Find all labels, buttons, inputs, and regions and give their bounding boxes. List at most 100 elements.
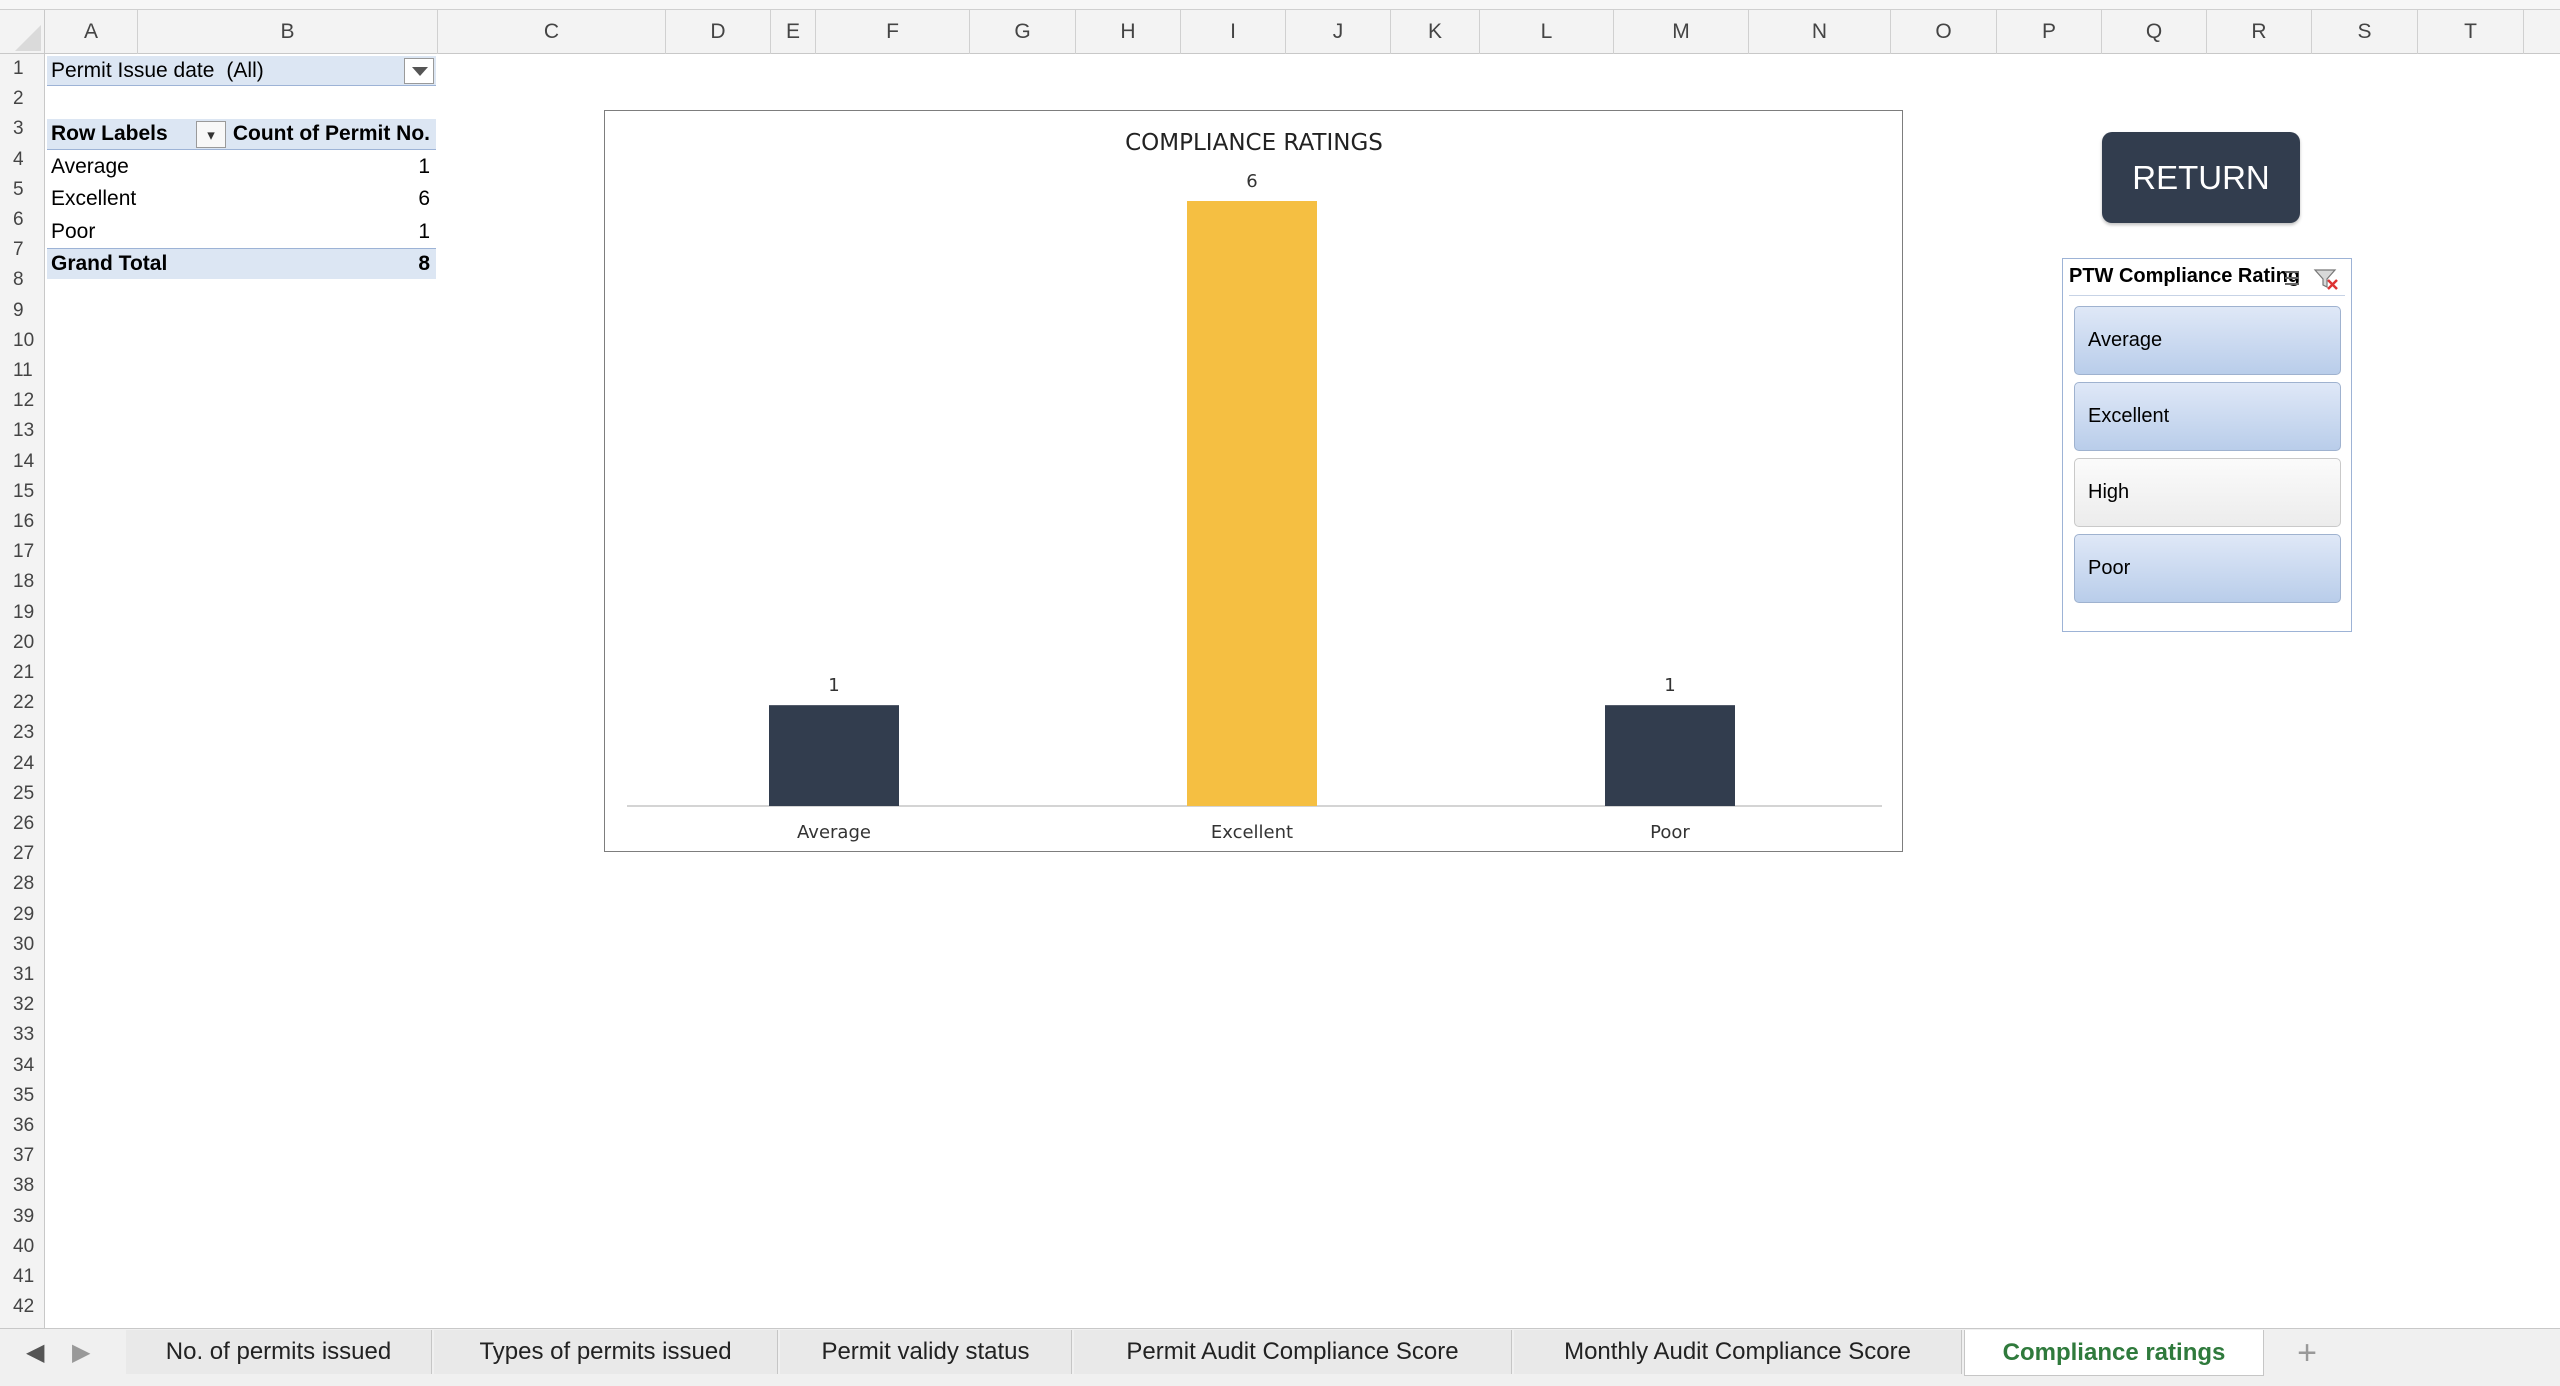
select-all-corner[interactable]	[0, 10, 45, 54]
column-header-a[interactable]: A	[45, 10, 138, 54]
column-header-s[interactable]: S	[2312, 10, 2418, 54]
column-header-h[interactable]: H	[1076, 10, 1181, 54]
row-header[interactable]: 10	[0, 326, 45, 356]
row-header[interactable]: 2	[0, 84, 45, 114]
pivot-row-label[interactable]: Excellent	[47, 183, 237, 214]
row-header[interactable]: 38	[0, 1171, 45, 1201]
pivot-grand-total-label[interactable]: Grand Total	[47, 248, 237, 279]
pivot-header-count[interactable]: Count of Permit No.	[232, 119, 436, 150]
column-header-g[interactable]: G	[970, 10, 1076, 54]
row-header[interactable]: 39	[0, 1202, 45, 1232]
row-header[interactable]: 17	[0, 537, 45, 567]
row-header[interactable]: 15	[0, 477, 45, 507]
chart-bar-average[interactable]	[769, 705, 899, 806]
column-header-p[interactable]: P	[1997, 10, 2102, 54]
row-header[interactable]: 29	[0, 900, 45, 930]
pivot-row-count[interactable]: 1	[237, 151, 436, 182]
pivot-filter-label: Permit Issue date	[51, 58, 215, 82]
row-header[interactable]: 4	[0, 145, 45, 175]
row-header[interactable]: 34	[0, 1051, 45, 1081]
row-header[interactable]: 13	[0, 416, 45, 446]
column-header-e[interactable]: E	[771, 10, 816, 54]
ptw-compliance-rating-slicer[interactable]: PTW Compliance Rating Average Excellent …	[2062, 258, 2352, 632]
column-header-o[interactable]: O	[1891, 10, 1997, 54]
chart-data-label: 1	[828, 675, 839, 696]
row-header[interactable]: 21	[0, 658, 45, 688]
column-header-k[interactable]: K	[1391, 10, 1480, 54]
tab-scroll-right-icon[interactable]: ▶	[72, 1338, 90, 1367]
pivot-row-filter-icon[interactable]: ▾	[196, 121, 226, 148]
row-header[interactable]: 6	[0, 205, 45, 235]
row-header[interactable]: 3	[0, 114, 45, 144]
slicer-item-excellent[interactable]: Excellent	[2074, 382, 2341, 451]
pivot-filter-field[interactable]: Permit Issue date (All)	[47, 56, 436, 86]
row-header[interactable]: 16	[0, 507, 45, 537]
row-header[interactable]: 30	[0, 930, 45, 960]
compliance-ratings-chart[interactable]: COMPLIANCE RATINGS 1 Average 6 Excellent 1 Po…	[604, 110, 1903, 852]
tab-monthly-audit-compliance-score[interactable]: Monthly Audit Compliance Score	[1514, 1330, 1962, 1374]
slicer-item-average[interactable]: Average	[2074, 306, 2341, 375]
row-header[interactable]: 41	[0, 1262, 45, 1292]
slicer-item-poor[interactable]: Poor	[2074, 534, 2341, 603]
pivot-row-count[interactable]: 1	[237, 216, 436, 247]
row-header[interactable]: 12	[0, 386, 45, 416]
row-header[interactable]: 18	[0, 567, 45, 597]
row-header[interactable]: 25	[0, 779, 45, 809]
column-header-m[interactable]: M	[1614, 10, 1749, 54]
row-header[interactable]: 19	[0, 598, 45, 628]
multi-select-icon[interactable]	[2285, 271, 2299, 285]
chart-bar-poor[interactable]	[1605, 705, 1735, 806]
row-header[interactable]: 37	[0, 1141, 45, 1171]
column-header-n[interactable]: N	[1749, 10, 1891, 54]
row-header[interactable]: 32	[0, 990, 45, 1020]
row-header[interactable]: 35	[0, 1081, 45, 1111]
add-sheet-icon[interactable]: +	[2282, 1333, 2332, 1373]
row-header[interactable]: 36	[0, 1111, 45, 1141]
row-header[interactable]: 42	[0, 1292, 45, 1322]
row-header[interactable]: 7	[0, 235, 45, 265]
pivot-row-label[interactable]: Poor	[47, 216, 237, 247]
row-header[interactable]: 31	[0, 960, 45, 990]
pivot-grand-total-count[interactable]: 8	[237, 248, 436, 279]
row-header[interactable]: 26	[0, 809, 45, 839]
column-header-i[interactable]: I	[1181, 10, 1286, 54]
column-header-b[interactable]: B	[138, 10, 438, 54]
row-header[interactable]: 40	[0, 1232, 45, 1262]
pivot-row-label[interactable]: Average	[47, 151, 237, 182]
row-header[interactable]: 22	[0, 688, 45, 718]
row-header[interactable]: 8	[0, 265, 45, 295]
row-header[interactable]: 27	[0, 839, 45, 869]
tab-no-of-permits-issued[interactable]: No. of permits issued	[126, 1330, 432, 1374]
column-header-q[interactable]: Q	[2102, 10, 2207, 54]
row-header[interactable]: 28	[0, 869, 45, 899]
chart-bar-excellent[interactable]	[1187, 201, 1317, 806]
clear-filter-icon[interactable]	[2313, 269, 2338, 290]
tab-types-of-permits-issued[interactable]: Types of permits issued	[434, 1330, 778, 1374]
column-header-t[interactable]: T	[2418, 10, 2524, 54]
column-header-r[interactable]: R	[2207, 10, 2312, 54]
row-header[interactable]: 33	[0, 1020, 45, 1050]
tab-compliance-ratings[interactable]: Compliance ratings	[1964, 1330, 2264, 1376]
column-header-c[interactable]: C	[438, 10, 666, 54]
row-header-bar: 1 2 3 4 5 6 7 8 9 10 11 12 13 14 15 16 17 18 19 20 21 22 23 24 2…	[0, 54, 45, 1328]
row-header[interactable]: 11	[0, 356, 45, 386]
column-header-l[interactable]: L	[1480, 10, 1614, 54]
column-header-f[interactable]: F	[816, 10, 970, 54]
row-header[interactable]: 20	[0, 628, 45, 658]
row-header[interactable]: 14	[0, 447, 45, 477]
pivot-row-count[interactable]: 6	[237, 183, 436, 214]
row-header[interactable]: 23	[0, 718, 45, 748]
tab-permit-validy-status[interactable]: Permit validy status	[780, 1330, 1072, 1374]
row-header[interactable]: 1	[0, 54, 45, 84]
return-button[interactable]: RETURN	[2102, 132, 2300, 223]
slicer-toolbar	[2281, 268, 2341, 290]
pivot-filter-dropdown-icon[interactable]	[404, 58, 434, 84]
tab-permit-audit-compliance-score[interactable]: Permit Audit Compliance Score	[1074, 1330, 1512, 1374]
column-header-d[interactable]: D	[666, 10, 771, 54]
tab-scroll-left-icon[interactable]: ◀	[26, 1338, 44, 1367]
column-header-j[interactable]: J	[1286, 10, 1391, 54]
row-header[interactable]: 24	[0, 749, 45, 779]
row-header[interactable]: 9	[0, 296, 45, 326]
row-header[interactable]: 5	[0, 175, 45, 205]
slicer-item-high[interactable]: High	[2074, 458, 2341, 527]
